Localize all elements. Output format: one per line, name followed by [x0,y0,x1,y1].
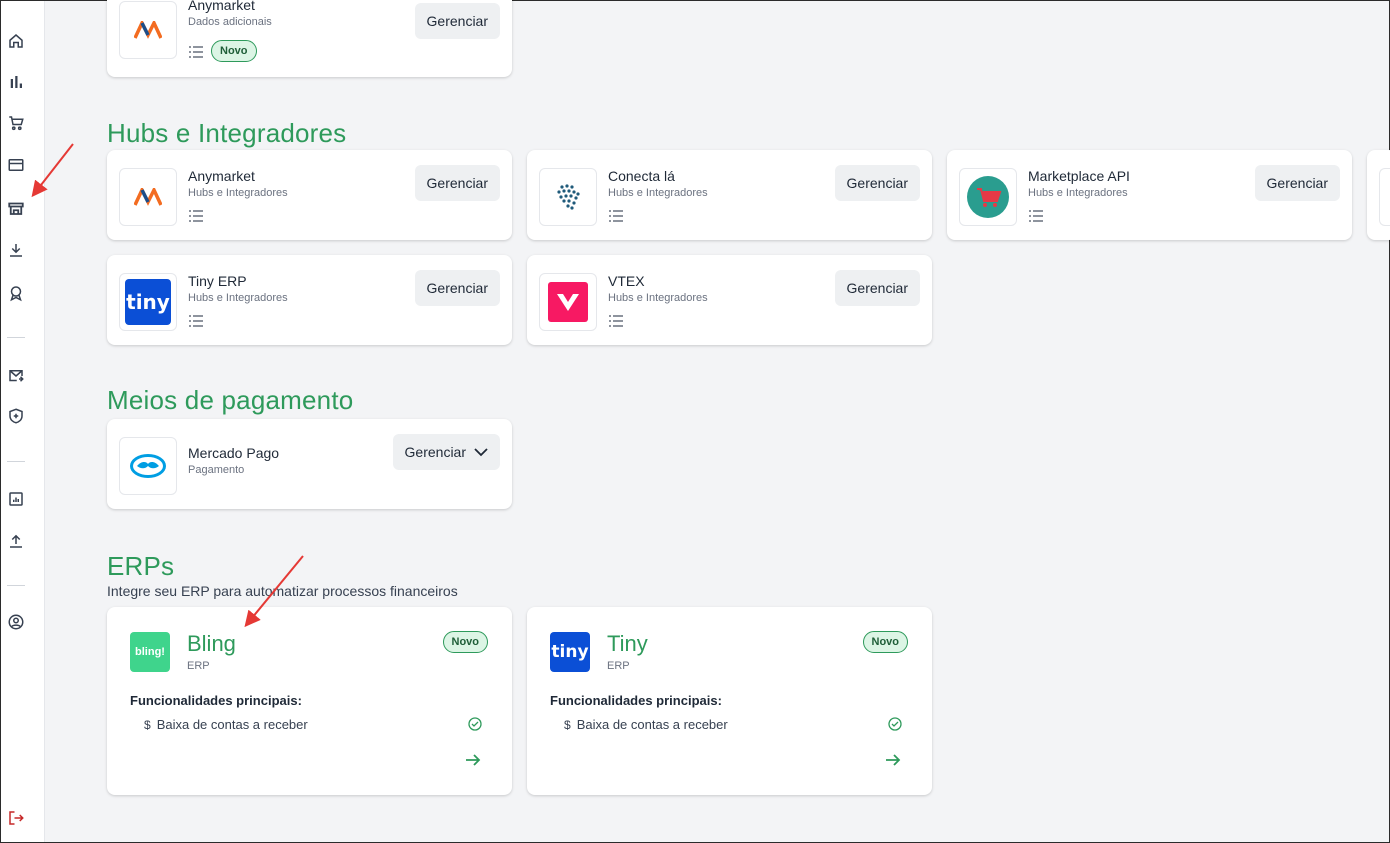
list-icon[interactable] [188,209,204,223]
manage-button-label: Gerenciar [404,444,466,460]
integration-card-tiny-erp: tiny Tiny ERP Hubs e Integradores Gerenc… [107,255,512,345]
manage-button[interactable]: Gerenciar [834,270,920,306]
erp-card-bling[interactable]: bling! Bling ERP Novo Funcionalidades pr… [107,607,512,795]
list-icon[interactable] [608,314,624,328]
partial-logo [1379,168,1390,226]
manage-button[interactable]: Gerenciar [1254,165,1340,201]
new-badge: Novo [862,631,908,653]
store-icon[interactable] [7,199,25,217]
card-category: Hubs e Integradores [608,292,708,304]
erp-card-tiny[interactable]: tiny Tiny ERP Novo Funcionalidades princ… [527,607,932,795]
card-category: Pagamento [188,464,245,476]
anymarket-logo [119,168,177,226]
user-circle-icon[interactable] [7,613,25,631]
arrow-right-icon[interactable] [464,752,482,768]
tiny-logo: tiny [550,632,590,672]
manage-button[interactable]: Gerenciar [834,165,920,201]
erp-name: Tiny [607,631,648,656]
feature-label: Baixa de contas a receber [576,717,728,732]
card-name: Tiny ERP [188,273,247,289]
home-icon[interactable] [7,32,25,50]
bling-logo: bling! [130,632,170,672]
download-icon[interactable] [7,241,25,259]
dollar-icon: $ [144,718,151,732]
sidebar-divider [7,337,25,338]
card-icon[interactable] [7,156,25,174]
report-icon[interactable] [7,490,25,508]
integration-card-marketplace-api: Marketplace API Hubs e Integradores Gere… [947,150,1352,240]
chevron-down-icon [474,448,488,457]
section-subtitle-erps: Integre seu ERP para automatizar process… [107,583,458,599]
bar-chart-icon[interactable] [7,73,25,91]
card-category: Hubs e Integradores [608,187,708,199]
new-badge: Novo [211,40,257,62]
list-icon[interactable] [1028,209,1044,223]
arrow-right-icon[interactable] [884,752,902,768]
feature-item: $ Baixa de contas a receber [144,717,308,732]
list-icon[interactable] [188,45,204,59]
card-category: Hubs e Integradores [188,292,288,304]
logout-icon[interactable] [7,809,25,827]
manage-button[interactable]: Gerenciar [414,270,500,306]
award-icon[interactable] [7,284,25,302]
card-name: Mercado Pago [188,445,280,461]
list-icon[interactable] [608,209,624,223]
cart-icon[interactable] [7,114,25,132]
card-name: Marketplace API [1028,168,1130,184]
card-category: Hubs e Integradores [1028,187,1128,199]
card-name: Conecta lá [608,168,675,184]
card-category: Dados adicionais [188,16,272,28]
feature-item: $ Baixa de contas a receber [564,717,728,732]
sidebar-divider [7,461,25,462]
anymarket-logo [119,1,177,59]
erp-name: Bling [187,631,236,656]
mail-forward-icon[interactable] [7,367,25,385]
tiny-logo-mark: tiny [125,279,171,325]
new-badge: Novo [442,631,488,653]
upload-icon[interactable] [7,532,25,550]
integration-card-partial [1367,150,1390,240]
marketplace-api-logo [959,168,1017,226]
card-name: Anymarket [188,0,255,13]
integrations-page: Anymarket Dados adicionais Novo Gerencia… [45,0,1390,842]
features-title: Funcionalidades principais: [130,693,302,708]
card-name: Anymarket [188,168,255,184]
integration-card-anymarket-dados: Anymarket Dados adicionais Novo Gerencia… [107,0,512,77]
dollar-icon: $ [564,718,571,732]
card-name: VTEX [608,273,645,289]
integration-card-vtex: VTEX Hubs e Integradores Gerenciar [527,255,932,345]
section-title-hubs: Hubs e Integradores [107,118,347,148]
section-title-erps: ERPs [107,551,175,581]
section-title-payments: Meios de pagamento [107,385,354,415]
check-circle-icon [468,717,482,731]
manage-dropdown-button[interactable]: Gerenciar [392,434,500,470]
erp-category: ERP [187,660,210,672]
integration-card-mercado-pago: Mercado Pago Pagamento Gerenciar [107,419,512,509]
card-category: Hubs e Integradores [188,187,288,199]
feature-label: Baixa de contas a receber [156,717,308,732]
erp-category: ERP [607,660,630,672]
integration-card-anymarket: Anymarket Hubs e Integradores Gerenciar [107,150,512,240]
mercado-pago-logo [119,437,177,495]
tiny-erp-logo: tiny [119,273,177,331]
vtex-logo [539,273,597,331]
sidebar-divider [7,585,25,586]
features-title: Funcionalidades principais: [550,693,722,708]
manage-button[interactable]: Gerenciar [414,3,500,39]
manage-button[interactable]: Gerenciar [414,165,500,201]
sidebar [1,1,45,842]
integration-card-conecta-la: Conecta lá Hubs e Integradores Gerenciar [527,150,932,240]
conecta-la-logo [539,168,597,226]
check-circle-icon [888,717,902,731]
list-icon[interactable] [188,314,204,328]
shield-plus-icon[interactable] [7,407,25,425]
